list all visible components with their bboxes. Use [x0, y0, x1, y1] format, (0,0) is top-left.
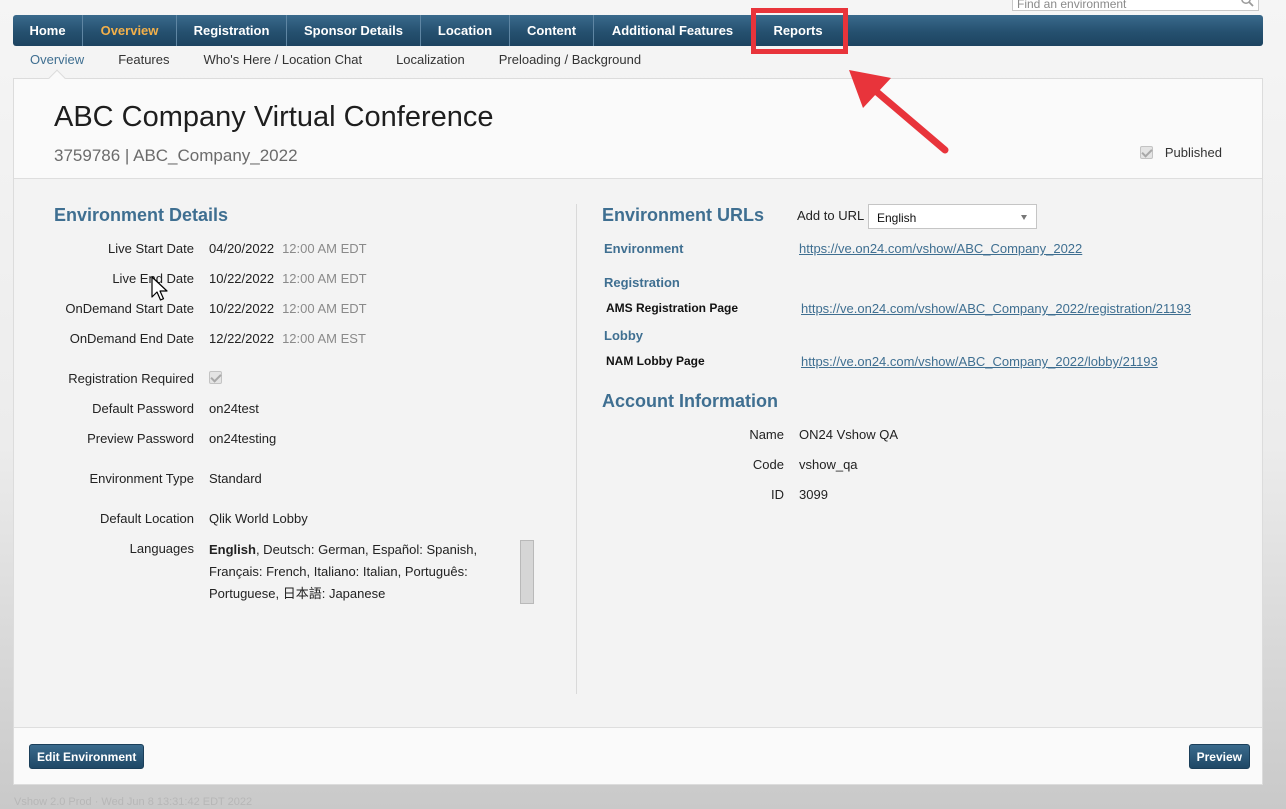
- default-password-value: on24test: [209, 401, 259, 416]
- nav-content[interactable]: Content: [510, 15, 594, 46]
- subnav-preloading[interactable]: Preloading / Background: [499, 52, 641, 70]
- chevron-down-icon: [1021, 215, 1027, 220]
- page-subtitle: 3759786 | ABC_Company_2022: [54, 146, 298, 165]
- account-code-value: vshow_qa: [799, 457, 858, 472]
- languages-list: English, Deutsch: German, Español: Spani…: [209, 539, 489, 605]
- add-to-url-value: English: [877, 211, 917, 225]
- registration-required-label: Registration Required: [68, 371, 194, 386]
- lobby-url-heading: Lobby: [604, 328, 643, 343]
- account-id-label: ID: [771, 487, 784, 502]
- languages-scrollbar[interactable]: [520, 540, 534, 604]
- ondemand-start-date: 10/22/2022: [209, 301, 275, 316]
- ondemand-start-time: 12:00 AM EDT: [282, 301, 367, 316]
- live-end-time: 12:00 AM EDT: [282, 271, 367, 286]
- ondemand-end-date-value: 12/22/2022 12:00 AM EST: [209, 331, 366, 346]
- ondemand-end-date: 12/22/2022: [209, 331, 275, 346]
- lobby-url-link[interactable]: https://ve.on24.com/vshow/ABC_Company_20…: [801, 354, 1158, 369]
- search-input[interactable]: Find an environment: [1012, 0, 1259, 11]
- environment-type-value: Standard: [209, 471, 262, 486]
- search-placeholder: Find an environment: [1017, 0, 1127, 11]
- preview-password-value: on24testing: [209, 431, 277, 446]
- nav-sponsor-details[interactable]: Sponsor Details: [287, 15, 421, 46]
- search-icon[interactable]: [1240, 0, 1254, 7]
- environment-url-heading: Environment: [604, 241, 684, 256]
- live-start-date-value: 04/20/2022 12:00 AM EDT: [209, 241, 367, 256]
- subnav-whos-here[interactable]: Who's Here / Location Chat: [204, 52, 363, 70]
- add-to-url-label: Add to URL: [797, 208, 865, 223]
- default-location-label: Default Location: [100, 511, 194, 526]
- registration-required-checkbox: [209, 371, 222, 384]
- live-end-date-value: 10/22/2022 12:00 AM EDT: [209, 271, 367, 286]
- page-title: ABC Company Virtual Conference: [54, 101, 494, 133]
- account-id-value: 3099: [799, 487, 828, 502]
- subnav-features[interactable]: Features: [118, 52, 169, 70]
- nav-overview[interactable]: Overview: [83, 15, 177, 46]
- registration-url-link[interactable]: https://ve.on24.com/vshow/ABC_Company_20…: [801, 301, 1191, 316]
- reports-highlight-box: [751, 8, 848, 54]
- subnav-overview[interactable]: Overview: [30, 52, 84, 70]
- panel-footer: Edit Environment Preview: [14, 727, 1262, 784]
- live-start-date-label: Live Start Date: [108, 241, 194, 256]
- nav-home[interactable]: Home: [13, 15, 83, 46]
- published-toggle[interactable]: Published: [1139, 145, 1222, 160]
- main-nav: Home Overview Registration Sponsor Detai…: [13, 15, 1263, 46]
- account-code-label: Code: [752, 457, 784, 472]
- column-divider: [576, 204, 577, 694]
- nav-additional-features[interactable]: Additional Features: [594, 15, 752, 46]
- subnav-localization[interactable]: Localization: [396, 52, 465, 70]
- panel-header: ABC Company Virtual Conference 3759786 |…: [14, 69, 1262, 179]
- live-start-time: 12:00 AM EDT: [282, 241, 367, 256]
- preview-button[interactable]: Preview: [1188, 744, 1250, 769]
- build-info-text: Vshow 2.0 Prod · Wed Jun 8 13:31:42 EDT …: [14, 796, 253, 808]
- default-location-value: Qlik World Lobby: [209, 511, 308, 526]
- ondemand-start-date-value: 10/22/2022 12:00 AM EDT: [209, 301, 367, 316]
- ondemand-end-time: 12:00 AM EST: [282, 331, 366, 346]
- account-name-label: Name: [749, 427, 784, 442]
- default-password-label: Default Password: [92, 401, 194, 416]
- registration-url-heading: Registration: [604, 275, 680, 290]
- mouse-cursor-icon: [151, 276, 168, 301]
- published-checkbox[interactable]: [1139, 146, 1153, 159]
- account-name-value: ON24 Vshow QA: [799, 427, 898, 442]
- sub-nav: Overview Features Who's Here / Location …: [13, 52, 675, 70]
- annotation-arrow-icon: [849, 70, 949, 154]
- edit-environment-button[interactable]: Edit Environment: [29, 744, 145, 769]
- live-end-date: 10/22/2022: [209, 271, 275, 286]
- preview-password-label: Preview Password: [87, 431, 194, 446]
- add-to-url-select[interactable]: English: [868, 204, 1037, 229]
- live-start-date: 04/20/2022: [209, 241, 275, 256]
- nav-location[interactable]: Location: [421, 15, 510, 46]
- environment-urls-title: Environment URLs: [602, 205, 765, 225]
- lobby-page-label: NAM Lobby Page: [606, 354, 705, 368]
- content-panel: ABC Company Virtual Conference 3759786 |…: [13, 69, 1263, 785]
- languages-primary: English: [209, 542, 256, 557]
- environment-url-link[interactable]: https://ve.on24.com/vshow/ABC_Company_20…: [799, 241, 1082, 256]
- published-label: Published: [1164, 145, 1222, 160]
- languages-label: Languages: [129, 541, 194, 556]
- account-information-title: Account Information: [602, 391, 778, 411]
- environment-details-title: Environment Details: [54, 205, 229, 225]
- environment-type-label: Environment Type: [89, 471, 194, 486]
- nav-registration[interactable]: Registration: [177, 15, 287, 46]
- tab-pointer: [48, 69, 66, 87]
- registration-page-label: AMS Registration Page: [606, 301, 739, 315]
- ondemand-end-date-label: OnDemand End Date: [69, 331, 194, 346]
